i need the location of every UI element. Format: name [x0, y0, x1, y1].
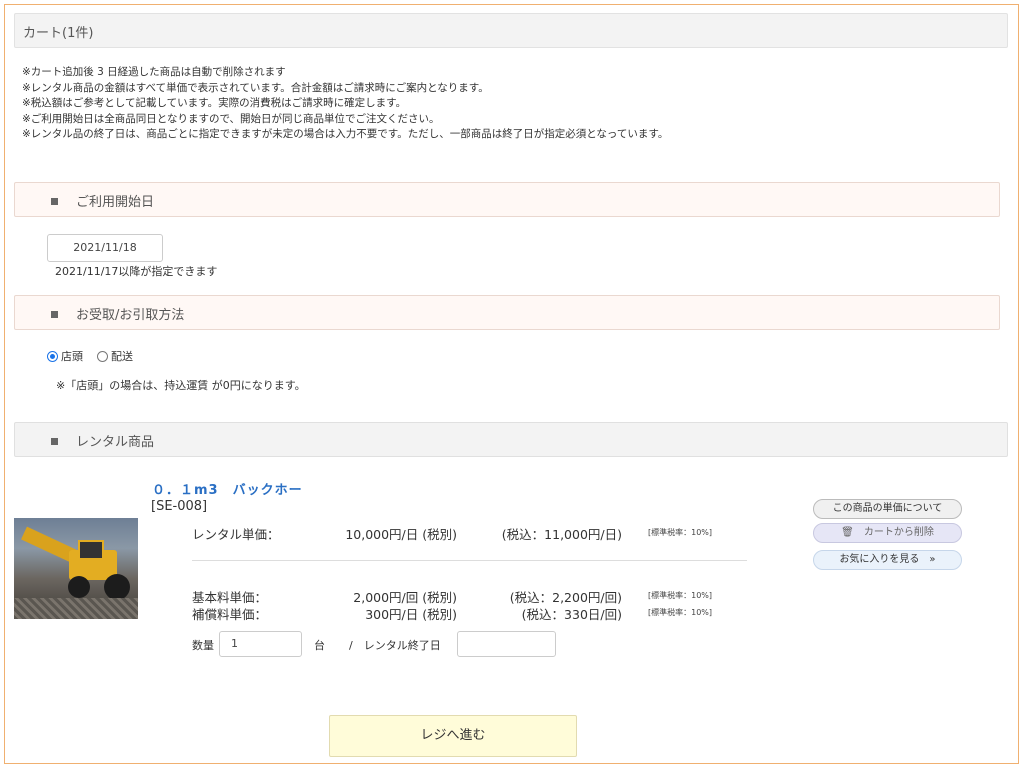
tax-rate: [標準税率：10%]: [648, 528, 713, 537]
quantity-unit: 台: [314, 639, 325, 652]
quantity-input[interactable]: 1: [219, 631, 302, 657]
radio-store-pickup[interactable]: [47, 350, 58, 362]
section-title: ご利用開始日: [76, 195, 155, 210]
square-bullet-icon: [51, 198, 58, 205]
section-title: レンタル商品: [76, 435, 155, 450]
note-line: ※税込額はご参考として記載しています。実際の消費税はご請求時に確定します。: [22, 97, 407, 109]
delivery-options: 店頭 配送: [47, 348, 147, 364]
product-code: [SE-008]: [151, 499, 208, 514]
start-date-input[interactable]: 2021/11/18: [47, 234, 163, 262]
section-start-date: ご利用開始日: [14, 182, 1000, 217]
divider: [192, 560, 747, 561]
price-taxed: (税込：330日/回): [521, 607, 622, 622]
start-date-note: 2021/11/17以降が指定できます: [55, 265, 218, 278]
checkout-button[interactable]: レジへ進む: [329, 715, 577, 757]
square-bullet-icon: [51, 438, 58, 445]
about-price-button[interactable]: この商品の単価について: [813, 499, 962, 519]
price-label: 補償料単価：: [192, 607, 268, 622]
tax-rate: [標準税率：10%]: [648, 591, 713, 600]
product-name-link[interactable]: ０．１m3 バックホー: [152, 479, 303, 498]
price-label: レンタル単価：: [192, 527, 280, 542]
view-favorites-button[interactable]: お気に入りを見る »: [813, 550, 962, 570]
note-line: ※レンタル品の終了日は、商品ごとに指定できますが未定の場合は入力不要です。ただし…: [22, 128, 669, 140]
price-taxed: (税込：11,000円/日): [501, 527, 622, 542]
note-line: ※カート追加後 3 日経過した商品は自動で削除されます: [22, 66, 286, 78]
end-date-label: / レンタル終了日: [349, 639, 441, 652]
note-line: ※レンタル商品の金額はすべて単価で表示されています。合計金額はご請求時にご案内と…: [22, 81, 489, 94]
cart-header: カート(1件): [14, 13, 1008, 48]
tax-rate: [標準税率：10%]: [648, 608, 713, 617]
cart-notes: ※カート追加後 3 日経過した商品は自動で削除されます ※レンタル商品の金額はす…: [22, 65, 668, 143]
radio-label-store[interactable]: 店頭: [61, 348, 83, 364]
price-value: 10,000円/日 (税別): [345, 527, 457, 542]
section-delivery: お受取/お引取方法: [14, 295, 1000, 330]
square-bullet-icon: [51, 311, 58, 318]
note-line: ※ご利用開始日は全商品同日となりますので、開始日が同じ商品単位でご注文ください。: [22, 112, 440, 125]
radio-delivery[interactable]: [97, 350, 108, 362]
product-image[interactable]: [14, 518, 138, 619]
remove-from-cart-button[interactable]: 🗑 カートから削除: [813, 523, 962, 543]
quantity-label: 数量: [192, 639, 214, 652]
section-rental-products: レンタル商品: [14, 422, 1008, 457]
section-title: お受取/お引取方法: [76, 308, 185, 323]
radio-label-delivery[interactable]: 配送: [111, 348, 133, 364]
end-date-input[interactable]: [457, 631, 556, 657]
price-value: 300円/日 (税別): [365, 607, 457, 622]
pickup-note: ※「店頭」の場合は、持込運賃 が0円になります。: [56, 379, 306, 392]
